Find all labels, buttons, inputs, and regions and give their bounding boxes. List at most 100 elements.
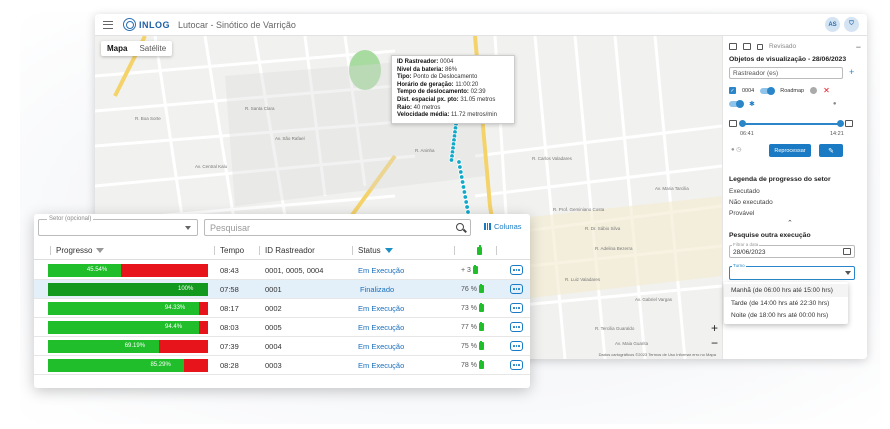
turno-option-tarde[interactable]: Tarde (de 14:00 hrs até 22:30 hrs) xyxy=(724,297,848,310)
tooltip-label: Tempo de deslocamento: xyxy=(397,89,469,96)
turno-option-noite[interactable]: Noite (de 18:00 hrs até 00:00 hrs) xyxy=(724,309,848,322)
calendar-icon[interactable] xyxy=(843,248,851,255)
search-placeholder: Pesquisar xyxy=(210,223,251,233)
header-progresso[interactable]: Progresso xyxy=(56,246,105,255)
table-row[interactable]: 94.4% 08:03 0005 Em Execução 77 % xyxy=(34,318,530,337)
more-options-button[interactable] xyxy=(510,303,523,313)
table-row[interactable]: 45.54% 08:43 0001, 0005, 0004 Em Execução + … xyxy=(34,261,530,280)
user-avatar[interactable]: AS xyxy=(825,17,840,32)
route-point[interactable] xyxy=(448,157,455,163)
menu-icon[interactable] xyxy=(103,20,113,29)
table-row[interactable]: 100% 07:58 0001 Finalizado 76 % xyxy=(34,280,530,299)
route-point[interactable] xyxy=(464,204,470,210)
battery-value: 78 % xyxy=(461,361,477,369)
color-dot-icon[interactable] xyxy=(810,87,818,94)
account-icon[interactable]: ⛉ xyxy=(844,17,859,32)
filter-active-icon[interactable] xyxy=(384,248,393,254)
column-separator xyxy=(50,246,51,255)
titlebar: INLOG Lutocar - Sinótico de Varrição AS … xyxy=(95,14,867,36)
setor-select[interactable]: Setor (opcional) xyxy=(38,216,198,236)
tooltip-label: Nivel da bateria: xyxy=(397,66,444,73)
revisado-checkbox[interactable] xyxy=(757,43,763,50)
zoom-in-button[interactable]: + xyxy=(711,321,718,335)
turno-select[interactable] xyxy=(729,266,855,280)
battery-icon xyxy=(477,245,482,255)
remove-tracker-icon[interactable]: ✕ xyxy=(823,86,830,95)
route-point[interactable] xyxy=(460,184,467,190)
header-status[interactable]: Status xyxy=(358,246,393,255)
time-slider-start-knob[interactable] xyxy=(739,120,746,127)
tooltip-line: Dist. espacial px. pto: 31.05 metros xyxy=(397,97,509,105)
tooltip-value: 11:00:20 xyxy=(455,81,479,88)
id-cell: 0001 xyxy=(265,285,282,294)
tempo-cell: 07:58 xyxy=(220,285,239,294)
more-options-button[interactable] xyxy=(510,360,523,370)
route-point[interactable] xyxy=(462,194,468,200)
tooltip-line: Raio: 40 metros xyxy=(397,105,509,113)
table-row[interactable]: 69.19% 07:39 0004 Em Execução 75 % xyxy=(34,337,530,356)
history-icon[interactable]: ● ◷ xyxy=(731,146,742,153)
header-progresso-label: Progresso xyxy=(56,246,93,255)
more-options-button[interactable] xyxy=(510,284,523,294)
route-point[interactable] xyxy=(457,164,463,170)
route-point[interactable] xyxy=(456,159,462,165)
route-point[interactable] xyxy=(461,189,468,195)
table-row[interactable]: 85.29% 08:28 0003 Em Execução 78 % xyxy=(34,356,530,375)
time-start: 06:41 xyxy=(740,131,754,137)
calendar-start-icon[interactable] xyxy=(729,120,737,127)
tooltip-label: Dist. espacial px. pto: xyxy=(397,96,459,103)
legend-executado: Executado xyxy=(729,188,760,195)
more-options-button[interactable] xyxy=(510,341,523,351)
add-tracker-icon[interactable]: + xyxy=(849,67,854,77)
status-cell: Em Execução xyxy=(358,304,405,313)
route-point[interactable] xyxy=(459,174,465,180)
search-icon[interactable] xyxy=(456,223,464,231)
print-icon[interactable] xyxy=(743,43,751,50)
tooltip-value: 86% xyxy=(445,66,458,73)
colunas-button[interactable]: Colunas xyxy=(484,222,522,231)
table-row[interactable]: 94.33% 08:17 0002 Em Execução 73 % xyxy=(34,299,530,318)
progress-bar: 94.33% xyxy=(48,302,208,315)
time-slider-track[interactable] xyxy=(741,123,841,125)
header-tempo[interactable]: Tempo xyxy=(220,246,244,255)
route-point[interactable] xyxy=(458,169,464,175)
map-icon[interactable] xyxy=(729,43,737,50)
walk-toggle[interactable] xyxy=(729,100,744,108)
person-icon: ● xyxy=(832,101,837,107)
edit-button[interactable]: ✎ xyxy=(819,144,843,157)
header-battery xyxy=(475,245,482,255)
legenda-title: Legenda de progresso do setor xyxy=(729,176,831,183)
more-options-button[interactable] xyxy=(510,265,523,275)
chevron-down-icon xyxy=(185,226,191,230)
chevron-down-icon[interactable] xyxy=(845,271,851,275)
legend-nao-executado: Não executado xyxy=(729,199,773,206)
tooltip-value: 0004 xyxy=(440,59,454,65)
route-point[interactable] xyxy=(463,199,469,205)
progress-label: 94.33% xyxy=(164,305,186,311)
collapse-icon[interactable]: − xyxy=(856,42,861,52)
search-input[interactable]: Pesquisar xyxy=(204,219,471,236)
roadmap-label: Roadmap xyxy=(780,87,805,94)
calendar-end-icon[interactable] xyxy=(845,120,853,127)
battery-icon xyxy=(478,283,484,293)
more-options-button[interactable] xyxy=(510,322,523,332)
rastreador-input[interactable]: Rastreador (es) xyxy=(729,67,843,79)
progress-label: 94.4% xyxy=(165,324,183,330)
time-slider-end-knob[interactable] xyxy=(837,120,844,127)
reprocessar-button[interactable]: Reprocessar xyxy=(769,144,811,157)
tooltip-line: Tipo: Ponto de Deslocamento xyxy=(397,74,509,82)
tooltip-label: Velocidade média: xyxy=(397,112,450,119)
filter-icon[interactable] xyxy=(96,248,105,254)
status-cell: Em Execução xyxy=(358,342,405,351)
turno-option-manha[interactable]: Manhã (de 06:00 hrs até 15:00 hrs) xyxy=(724,284,848,297)
chevron-up-icon[interactable]: ⌃ xyxy=(787,219,793,227)
logo-mark-icon xyxy=(123,18,136,31)
battery-icon xyxy=(472,264,478,274)
route-point[interactable] xyxy=(459,179,466,185)
battery-icon xyxy=(478,340,484,350)
roadmap-toggle[interactable] xyxy=(760,86,776,95)
legend-provavel: Provável xyxy=(729,210,755,217)
header-id[interactable]: ID Rastreador xyxy=(265,246,315,255)
tracker-checkbox[interactable]: ✓ xyxy=(729,87,736,94)
zoom-out-button[interactable]: − xyxy=(711,336,718,350)
